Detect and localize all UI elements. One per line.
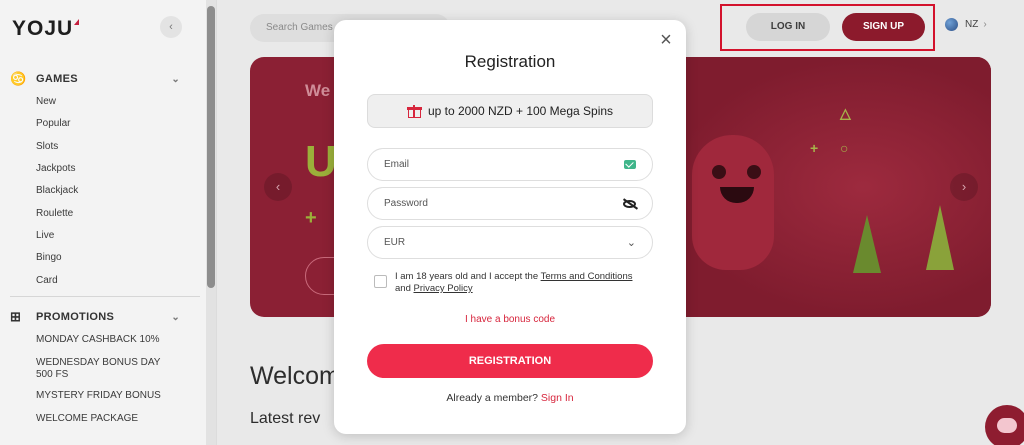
region-label: NZ <box>965 19 979 30</box>
bonus-code-link[interactable]: I have a bonus code <box>334 314 686 325</box>
monster-eye <box>712 165 726 179</box>
bonus-offer-text: up to 2000 NZD + 100 Mega Spins <box>427 104 614 118</box>
already-member-text: Already a member? Sign In <box>334 392 686 404</box>
password-field[interactable]: Password <box>367 187 653 220</box>
member-prefix: Already a member? <box>446 392 541 404</box>
sidebar-item-new[interactable]: New <box>36 96 171 108</box>
bonus-offer: up to 2000 NZD + 100 Mega Spins <box>367 94 653 128</box>
banner-next-arrow-icon[interactable]: › <box>950 173 978 201</box>
signup-button[interactable]: SIGN UP <box>842 13 925 41</box>
logo-flag-icon <box>74 19 80 25</box>
gift-icon <box>406 104 422 118</box>
sidebar-scroll-thumb[interactable] <box>207 6 215 288</box>
modal-title: Registration <box>464 52 556 71</box>
privacy-policy-link[interactable]: Privacy Policy <box>414 283 473 294</box>
games-section-header[interactable]: ♋ GAMES ⌄ <box>10 71 180 87</box>
sign-in-link[interactable]: Sign In <box>541 392 574 404</box>
terms-text: I am 18 years old and I accept the <box>395 271 541 282</box>
eye-slash-icon[interactable] <box>623 199 636 208</box>
monster-eye <box>747 165 761 179</box>
striped-hat-decoration <box>853 215 881 273</box>
games-icon: ♋ <box>10 71 27 86</box>
sidebar-item-slots[interactable]: Slots <box>36 141 171 153</box>
sidebar-item-mystery-friday[interactable]: MYSTERY FRIDAY BONUS <box>36 390 171 402</box>
sidebar-item-monday-cashback[interactable]: MONDAY CASHBACK 10% <box>36 334 171 346</box>
promotions-section-header[interactable]: ⊞ PROMOTIONS ⌄ <box>10 309 180 325</box>
collapse-sidebar-button[interactable]: ‹ <box>160 16 182 38</box>
logo-text: YOJU <box>12 17 74 40</box>
sidebar-item-live[interactable]: Live <box>36 230 171 242</box>
email-check-icon <box>624 160 636 169</box>
sidebar-item-roulette[interactable]: Roulette <box>36 208 171 220</box>
chevron-down-icon: ⌄ <box>171 73 180 85</box>
terms-checkbox[interactable] <box>374 275 387 288</box>
sidebar-item-welcome-package[interactable]: WELCOME PACKAGE <box>36 413 171 425</box>
sidebar-item-jackpots[interactable]: Jackpots <box>36 163 171 175</box>
welcome-heading: Welcom <box>250 362 340 390</box>
sparkle-decoration: + <box>810 140 819 156</box>
terms-link[interactable]: Terms and Conditions <box>541 271 633 282</box>
terms-and-text: and <box>395 283 414 294</box>
sidebar-item-blackjack[interactable]: Blackjack <box>36 185 171 197</box>
triangle-decoration: △ <box>840 105 851 121</box>
sidebar-divider <box>10 296 200 297</box>
email-placeholder: Email <box>384 159 410 170</box>
login-button[interactable]: LOG IN <box>746 13 830 41</box>
sidebar-item-popular[interactable]: Popular <box>36 118 171 130</box>
sidebar-item-card[interactable]: Card <box>36 275 171 287</box>
striped-hat-decoration <box>926 205 954 270</box>
gift-icon: ⊞ <box>10 309 22 324</box>
currency-select[interactable]: EUR ⌄ <box>367 226 653 259</box>
terms-label: I am 18 years old and I accept the Terms… <box>395 271 635 295</box>
flag-icon <box>945 18 958 31</box>
currency-value: EUR <box>384 237 406 248</box>
latest-reviews-heading: Latest rev <box>250 410 321 427</box>
sidebar-item-bingo[interactable]: Bingo <box>36 252 171 264</box>
logo[interactable]: YOJU <box>12 17 80 41</box>
chevron-down-icon: ⌄ <box>171 311 180 323</box>
email-field[interactable]: Email <box>367 148 653 181</box>
password-placeholder: Password <box>384 198 428 209</box>
chevron-right-icon: › <box>983 19 987 30</box>
registration-button[interactable]: REGISTRATION <box>367 344 653 378</box>
banner-plus: + <box>305 207 317 229</box>
chat-bubble-icon <box>997 418 1017 433</box>
banner-prev-arrow-icon[interactable]: ‹ <box>264 173 292 201</box>
games-label: GAMES <box>36 73 78 85</box>
banner-text: We <box>305 81 331 100</box>
promotions-label: PROMOTIONS <box>36 311 115 323</box>
close-icon[interactable]: × <box>655 29 677 51</box>
chevron-down-icon: ⌄ <box>626 237 636 249</box>
sidebar-item-wednesday-bonus[interactable]: WEDNESDAY BONUS DAY 500 FS <box>36 357 171 381</box>
circle-decoration: ○ <box>840 140 849 156</box>
region-selector[interactable]: NZ › <box>945 18 987 31</box>
